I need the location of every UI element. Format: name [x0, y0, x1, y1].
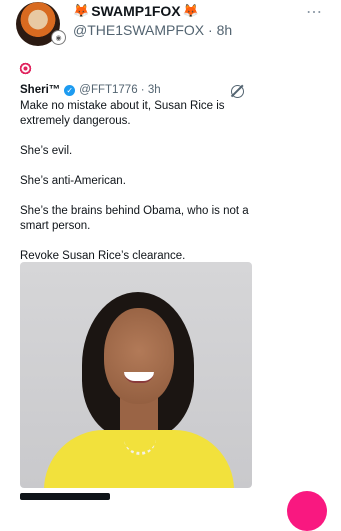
author-handle-time[interactable]: @THE1SWAMPFOX · 8h: [73, 22, 232, 38]
tweet-paragraph: Make no mistake about it, Susan Rice is …: [20, 100, 225, 127]
tweet-paragraph: She’s anti-American.: [20, 175, 126, 187]
compose-fab-button[interactable]: [287, 491, 327, 531]
target-emoji-icon: [19, 62, 32, 75]
fox-emoji-right: 🦊: [182, 3, 199, 18]
quoted-handle-time: @FFT1776 · 3h: [79, 84, 161, 96]
quoted-author-name: Sheri™: [20, 84, 61, 96]
photo-face: [104, 308, 174, 404]
grok-icon[interactable]: [231, 85, 244, 98]
tweet-paragraph: She’s the brains behind Obama, who is no…: [20, 205, 249, 232]
more-options-icon[interactable]: ⋯: [306, 2, 323, 22]
author-name-text: SWAMP1FOX: [91, 3, 181, 19]
tweet-photo[interactable]: [20, 262, 252, 488]
author-display-name[interactable]: 🦊 SWAMP1FOX 🦊: [73, 3, 199, 19]
fox-emoji-left: 🦊: [73, 3, 90, 18]
tweet-paragraph: She’s evil.: [20, 145, 73, 157]
quoted-tweet-text: Make no mistake about it, Susan Rice is …: [20, 99, 260, 279]
quoted-tweet-header[interactable]: Sheri™ ✓ @FFT1776 · 3h: [20, 84, 161, 96]
avatar-badge-icon: ◉: [51, 30, 66, 45]
verified-badge-icon: ✓: [64, 84, 76, 96]
next-tweet-preview: [20, 493, 110, 500]
